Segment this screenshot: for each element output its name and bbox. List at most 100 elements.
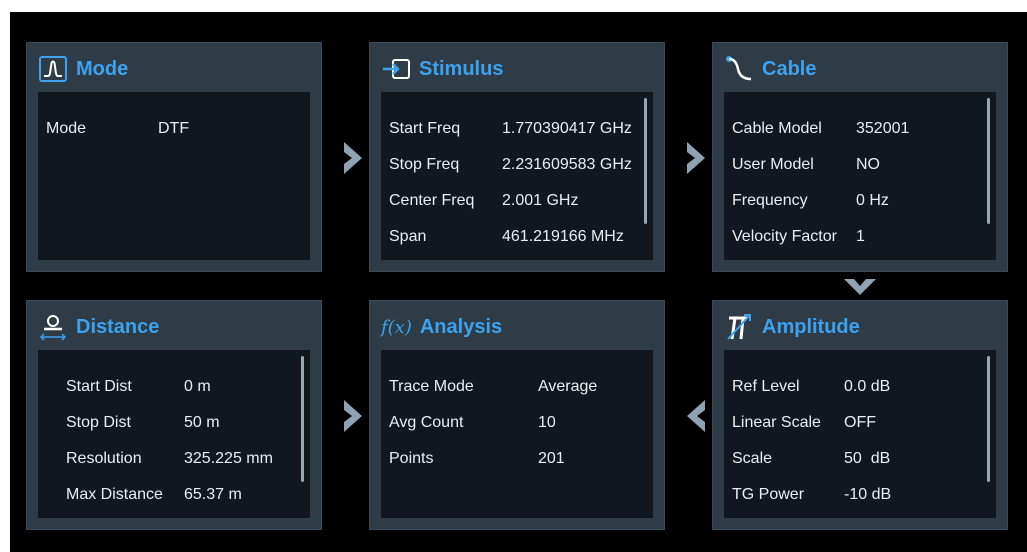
max-distance-label: Max Distance (66, 486, 163, 503)
ref-level-label: Ref Level (732, 378, 800, 395)
trace-mode-value: Average (538, 378, 598, 395)
cable-model-value: 352001 (856, 120, 910, 137)
points-label: Points (389, 450, 434, 467)
analysis-panel-title: f(x) Analysis (381, 310, 502, 344)
amplitude-panel-title: Amplitude (724, 310, 860, 344)
stimulus-panel[interactable]: Stimulus Start Freq 1.770390417 GHz Stop… (369, 42, 665, 272)
trace-mode-label: Trace Mode (389, 378, 474, 395)
cable-icon (724, 54, 754, 84)
list-item: Cable Model 352001 (724, 120, 996, 146)
analysis-panel-body: Trace Mode Average Avg Count 10 Points 2… (381, 350, 653, 518)
list-item: Avg Count 10 (381, 414, 653, 440)
amplitude-title-text: Amplitude (762, 315, 860, 338)
distance-title-text: Distance (76, 315, 160, 338)
distance-icon (38, 312, 68, 342)
amplitude-icon (724, 312, 754, 342)
cable-panel-body: Cable Model 352001 User Model NO Frequen… (724, 92, 996, 260)
chevron-left-icon (687, 400, 705, 432)
input-arrow-icon (381, 54, 411, 84)
ref-level-value: 0.0 dB (844, 378, 891, 395)
frequency-label: Frequency (732, 192, 808, 209)
cable-title-text: Cable (762, 57, 817, 80)
resolution-value: 325.225 mm (184, 450, 273, 467)
span-label: Span (389, 228, 427, 245)
cable-panel[interactable]: Cable Cable Model 352001 User Model NO F… (712, 42, 1008, 272)
amplitude-panel[interactable]: Amplitude Ref Level 0.0 dB Linear Scale … (712, 300, 1008, 530)
distance-panel-title: Distance (38, 310, 159, 344)
list-item: Frequency 0 Hz (724, 192, 996, 218)
tg-power-label: TG Power (732, 486, 805, 503)
start-freq-label: Start Freq (389, 120, 461, 137)
list-item: Span 461.219166 MHz (381, 228, 653, 254)
user-model-value: NO (856, 156, 880, 173)
amplitude-panel-body: Ref Level 0.0 dB Linear Scale OFF Scale … (724, 350, 996, 518)
scale-label: Scale (732, 450, 773, 467)
list-item: Start Freq 1.770390417 GHz (381, 120, 653, 146)
center-freq-value: 2.001 GHz (502, 192, 579, 209)
mode-label: Mode (46, 120, 87, 137)
velocity-factor-value: 1 (856, 228, 865, 245)
stop-dist-label: Stop Dist (66, 414, 131, 431)
mode-value: DTF (158, 120, 190, 137)
mode-panel[interactable]: Mode Mode DTF (26, 42, 322, 272)
scale-value: 50 dB (844, 450, 891, 467)
amplitude-scrollbar[interactable] (987, 356, 990, 482)
chevron-right-icon (687, 142, 705, 174)
list-item: Trace Mode Average (381, 378, 653, 404)
cable-scrollbar[interactable] (987, 98, 990, 224)
start-dist-label: Start Dist (66, 378, 132, 395)
max-distance-value: 65.37 m (184, 486, 242, 503)
user-model-label: User Model (732, 156, 814, 173)
list-item: Linear Scale OFF (724, 414, 996, 440)
tg-power-value: -10 dB (844, 486, 892, 503)
avg-count-value: 10 (538, 414, 556, 431)
mode-panel-body: Mode DTF (38, 92, 310, 260)
list-item: User Model NO (724, 156, 996, 182)
list-item: Center Freq 2.001 GHz (381, 192, 653, 218)
cable-model-label: Cable Model (732, 120, 822, 137)
list-item: Stop Freq 2.231609583 GHz (381, 156, 653, 182)
center-freq-label: Center Freq (389, 192, 475, 209)
distance-panel-body: Start Dist 0 m Stop Dist 50 m Resolution… (38, 350, 310, 518)
list-item: Points 201 (381, 450, 653, 476)
stimulus-title-text: Stimulus (419, 57, 504, 80)
stop-freq-value: 2.231609583 GHz (502, 156, 632, 173)
analysis-title-text: Analysis (419, 315, 503, 338)
start-dist-value: 0 m (184, 378, 211, 395)
chevron-down-icon (844, 279, 876, 295)
span-value: 461.219166 MHz (502, 228, 624, 245)
linear-scale-label: Linear Scale (732, 414, 821, 431)
avg-count-label: Avg Count (389, 414, 464, 431)
mode-title-text: Mode (76, 57, 129, 80)
chevron-right-icon (344, 142, 362, 174)
list-item: Velocity Factor 1 (724, 228, 996, 254)
points-value: 201 (538, 450, 565, 467)
list-item: Start Dist 0 m (38, 378, 310, 404)
frequency-value: 0 Hz (856, 192, 889, 209)
config-overview-screen: Mode Mode DTF Stimulus Start Freq 1.7703… (10, 12, 1027, 552)
list-item: Resolution 325.225 mm (38, 450, 310, 476)
distance-panel[interactable]: Distance Start Dist 0 m Stop Dist 50 m R… (26, 300, 322, 530)
list-item: Max Distance 65.37 m (38, 486, 310, 512)
list-item: Mode DTF (38, 120, 310, 146)
pulse-icon (38, 54, 68, 84)
cable-panel-title: Cable (724, 52, 816, 86)
list-item: Ref Level 0.0 dB (724, 378, 996, 404)
list-item: Stop Dist 50 m (38, 414, 310, 440)
stimulus-panel-title: Stimulus (381, 52, 503, 86)
resolution-label: Resolution (66, 450, 142, 467)
start-freq-value: 1.770390417 GHz (502, 120, 632, 137)
function-icon: f(x) (381, 316, 412, 338)
chevron-right-icon (344, 400, 362, 432)
list-item: TG Power -10 dB (724, 486, 996, 512)
stop-freq-label: Stop Freq (389, 156, 460, 173)
stimulus-panel-body: Start Freq 1.770390417 GHz Stop Freq 2.2… (381, 92, 653, 260)
analysis-panel[interactable]: f(x) Analysis Trace Mode Average Avg Cou… (369, 300, 665, 530)
mode-panel-title: Mode (38, 52, 128, 86)
stop-dist-value: 50 m (184, 414, 220, 431)
distance-scrollbar[interactable] (301, 356, 304, 482)
linear-scale-value: OFF (844, 414, 876, 431)
velocity-factor-label: Velocity Factor (732, 228, 837, 245)
stimulus-scrollbar[interactable] (644, 98, 647, 224)
list-item: Scale 50 dB (724, 450, 996, 476)
